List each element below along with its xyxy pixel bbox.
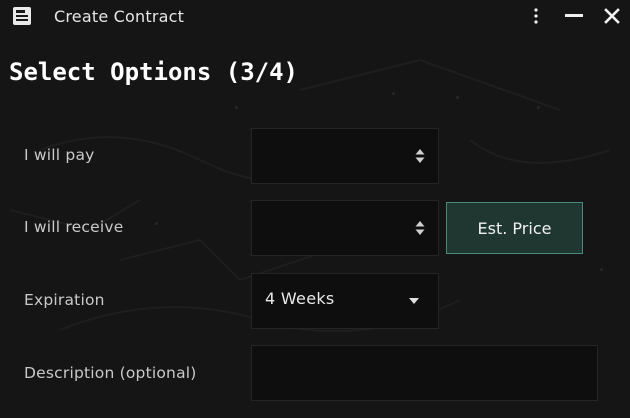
minimize-icon (565, 14, 583, 17)
chevron-down-icon (409, 298, 419, 304)
description-field[interactable] (251, 345, 598, 401)
close-button[interactable] (599, 3, 625, 29)
window-title: Create Contract (54, 7, 185, 26)
description-label: Description (optional) (24, 364, 197, 382)
pay-stepper[interactable] (251, 128, 439, 184)
expiration-dropdown[interactable]: 4 Weeks (251, 273, 439, 329)
title-bar: Create Contract (0, 0, 630, 34)
menu-dots-icon (534, 8, 538, 24)
menu-button[interactable] (526, 3, 546, 29)
create-contract-window: Create Contract Select Options (3/4) I w… (0, 0, 630, 418)
contract-app-icon (13, 7, 31, 25)
receive-stepper[interactable] (251, 200, 439, 256)
stepper-arrows-icon[interactable] (415, 220, 425, 236)
pay-label: I will pay (24, 146, 95, 164)
stepper-arrows-icon[interactable] (415, 148, 425, 164)
expiration-label: Expiration (24, 291, 105, 309)
page-heading: Select Options (3/4) (9, 58, 298, 86)
receive-label: I will receive (24, 218, 124, 236)
close-icon (604, 8, 620, 24)
est-price-button[interactable]: Est. Price (446, 202, 583, 254)
minimize-button[interactable] (561, 3, 587, 29)
expiration-value: 4 Weeks (265, 289, 335, 308)
